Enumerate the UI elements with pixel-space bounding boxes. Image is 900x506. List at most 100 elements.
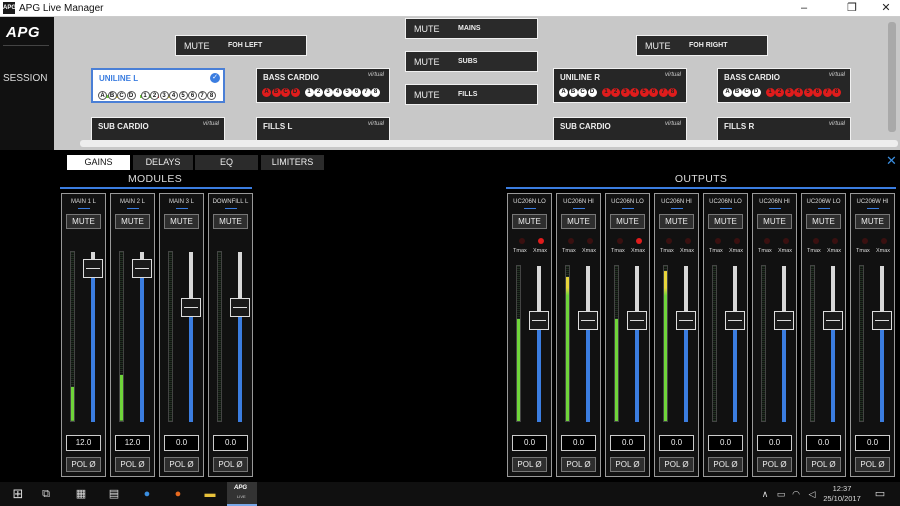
close-button[interactable]: ✕ [872, 0, 900, 16]
vertical-scrollbar[interactable] [888, 22, 896, 132]
polarity-button[interactable]: POL Ø [115, 457, 150, 472]
apg-taskbar-button[interactable]: APG LIVE [227, 482, 257, 506]
polarity-button[interactable]: POL Ø [708, 457, 743, 472]
mute-button[interactable]: MUTE [806, 214, 841, 229]
output-7[interactable]: 7 [658, 88, 668, 97]
mute-foh-right-button[interactable]: MUTE FOH RIGHT [636, 35, 768, 56]
channel-c[interactable]: C [742, 88, 751, 97]
polarity-button[interactable]: POL Ø [610, 457, 645, 472]
tab-limiters[interactable]: LIMITERS [261, 155, 324, 170]
output-2[interactable]: 2 [775, 88, 784, 97]
gain-fader-handle[interactable] [725, 310, 745, 330]
gain-fader-handle[interactable] [676, 310, 696, 330]
zone-uniline-r[interactable]: UNILINE R virtual ABCD12345678 [553, 68, 687, 103]
channel-b[interactable]: B [568, 88, 578, 97]
task-view-icon[interactable]: ⧉ [38, 486, 54, 502]
wifi-icon[interactable]: ◠ [788, 486, 804, 502]
mute-mains-button[interactable]: MUTE MAINS [405, 18, 538, 39]
windows-start-icon[interactable]: ⊞ [10, 486, 26, 502]
mute-button[interactable]: MUTE [659, 214, 694, 229]
channel-a[interactable]: A [559, 88, 568, 97]
horizontal-scrollbar[interactable] [80, 140, 898, 147]
gain-fader-handle[interactable] [872, 310, 892, 330]
tab-eq[interactable]: EQ [195, 155, 258, 170]
output-6[interactable]: 6 [352, 88, 361, 97]
output-5[interactable]: 5 [178, 91, 188, 100]
output-7[interactable]: 7 [822, 88, 832, 97]
channel-b[interactable]: B [732, 88, 742, 97]
output-3[interactable]: 3 [323, 88, 333, 97]
gain-value-field[interactable]: 0.0 [855, 435, 890, 451]
output-5[interactable]: 5 [803, 88, 813, 97]
zone-sub-cardio-r[interactable]: SUB CARDIO virtual [553, 117, 687, 141]
volume-icon[interactable]: ◁ [804, 486, 820, 502]
output-8[interactable]: 8 [668, 88, 677, 97]
polarity-button[interactable]: POL Ø [855, 457, 890, 472]
mute-button[interactable]: MUTE [757, 214, 792, 229]
mute-button[interactable]: MUTE [164, 214, 199, 229]
polarity-button[interactable]: POL Ø [213, 457, 248, 472]
output-5[interactable]: 5 [639, 88, 649, 97]
clock[interactable]: 12:37 25/10/2017 [822, 484, 862, 504]
output-7[interactable]: 7 [197, 91, 207, 100]
gain-fader-handle[interactable] [83, 259, 103, 278]
gain-value-field[interactable]: 12.0 [115, 435, 150, 451]
file-explorer-icon[interactable]: ▬ [202, 486, 218, 502]
output-6[interactable]: 6 [188, 91, 197, 100]
output-7[interactable]: 7 [361, 88, 371, 97]
mute-foh-left-button[interactable]: MUTE FOH LEFT [175, 35, 307, 56]
gain-fader-handle[interactable] [774, 310, 794, 330]
output-1[interactable]: 1 [765, 88, 775, 97]
polarity-button[interactable]: POL Ø [512, 457, 547, 472]
channel-d[interactable]: D [587, 88, 597, 97]
tray-expand-icon[interactable]: ∧ [757, 486, 773, 502]
channel-c[interactable]: C [281, 88, 290, 97]
gain-value-field[interactable]: 0.0 [708, 435, 743, 451]
polarity-button[interactable]: POL Ø [757, 457, 792, 472]
mute-button[interactable]: MUTE [66, 214, 101, 229]
channel-c[interactable]: C [117, 91, 126, 100]
channel-a[interactable]: A [723, 88, 732, 97]
output-8[interactable]: 8 [832, 88, 841, 97]
channel-a[interactable]: A [98, 91, 107, 100]
notes-icon[interactable]: ▤ [106, 486, 122, 502]
mute-subs-button[interactable]: MUTE SUBS [405, 51, 538, 72]
output-1[interactable]: 1 [304, 88, 314, 97]
polarity-button[interactable]: POL Ø [806, 457, 841, 472]
output-4[interactable]: 4 [333, 88, 342, 97]
gain-value-field[interactable]: 12.0 [66, 435, 101, 451]
zone-fills-l[interactable]: FILLS L virtual [256, 117, 390, 141]
output-6[interactable]: 6 [649, 88, 658, 97]
output-5[interactable]: 5 [342, 88, 352, 97]
polarity-button[interactable]: POL Ø [66, 457, 101, 472]
output-8[interactable]: 8 [207, 91, 216, 100]
zone-sub-cardio-l[interactable]: SUB CARDIO virtual [91, 117, 225, 141]
zone-bass-cardio-r[interactable]: BASS CARDIO virtual ABCD12345678 [717, 68, 851, 103]
mute-button[interactable]: MUTE [115, 214, 150, 229]
minimize-button[interactable]: – [790, 0, 818, 16]
gain-fader-handle[interactable] [181, 298, 201, 318]
gain-fader-handle[interactable] [230, 298, 250, 318]
channel-a[interactable]: A [262, 88, 271, 97]
gain-value-field[interactable]: 0.0 [757, 435, 792, 451]
gain-value-field[interactable]: 0.0 [561, 435, 596, 451]
notifications-icon[interactable]: ▭ [872, 486, 888, 502]
output-8[interactable]: 8 [371, 88, 380, 97]
output-1[interactable]: 1 [601, 88, 611, 97]
mute-fills-button[interactable]: MUTE FILLS [405, 84, 538, 105]
output-3[interactable]: 3 [159, 91, 169, 100]
mute-button[interactable]: MUTE [855, 214, 890, 229]
mute-button[interactable]: MUTE [213, 214, 248, 229]
close-panel-icon[interactable]: ✕ [886, 153, 897, 169]
session-menu-item[interactable]: SESSION [3, 73, 47, 84]
gain-value-field[interactable]: 0.0 [164, 435, 199, 451]
output-1[interactable]: 1 [140, 91, 150, 100]
network-icon[interactable]: ▭ [773, 486, 789, 502]
browser-icon[interactable]: ● [139, 486, 155, 502]
channel-d[interactable]: D [290, 88, 300, 97]
zone-bass-cardio-l[interactable]: BASS CARDIO virtual ABCD12345678 [256, 68, 390, 103]
zone-uniline-l[interactable]: UNILINE L ✓ ABCD12345678 [91, 68, 225, 103]
channel-b[interactable]: B [271, 88, 281, 97]
maximize-button[interactable]: ❐ [838, 0, 866, 16]
calculator-icon[interactable]: ▦ [73, 486, 89, 502]
